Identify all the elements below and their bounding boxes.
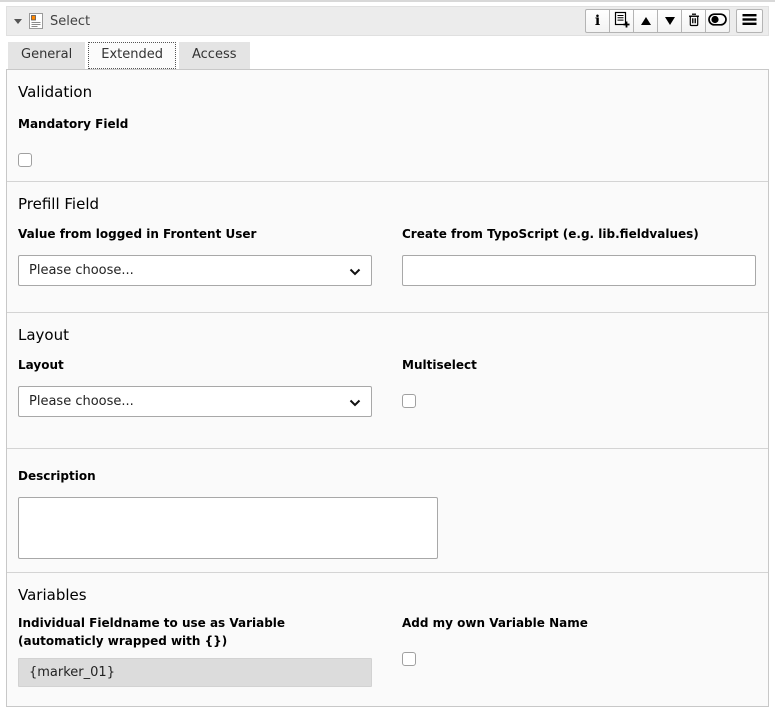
field-toolbar: i <box>585 9 763 33</box>
multiselect-checkbox[interactable] <box>402 394 416 408</box>
layout-label: Layout <box>18 356 372 374</box>
chevron-down-icon <box>349 261 361 280</box>
add-element-icon <box>613 11 630 31</box>
toolbar-button-group: i <box>585 9 730 33</box>
add-element-button[interactable] <box>609 9 634 33</box>
own-variable-label: Add my own Variable Name <box>402 614 756 632</box>
info-icon: i <box>595 14 600 28</box>
move-up-icon <box>640 14 652 29</box>
feuser-select[interactable]: Please choose... <box>18 255 372 286</box>
content-element-icon <box>29 13 43 29</box>
mandatory-checkbox[interactable] <box>18 153 32 167</box>
layout-select[interactable]: Please choose... <box>18 386 372 417</box>
marker-readonly-input <box>18 658 372 687</box>
info-button[interactable]: i <box>585 9 610 33</box>
tab-extended[interactable]: Extended <box>88 42 176 69</box>
own-variable-checkbox[interactable] <box>402 652 416 666</box>
move-up-button[interactable] <box>633 9 658 33</box>
section-variables: Variables Individual Fieldname to use as… <box>7 572 768 708</box>
collapse-caret-icon[interactable] <box>12 16 24 26</box>
section-heading: Layout <box>18 326 757 344</box>
section-heading: Variables <box>18 586 757 604</box>
selected-value: Please choose... <box>29 263 134 278</box>
field-header-bar: Select i <box>6 6 769 36</box>
multiselect-label: Multiselect <box>402 356 756 374</box>
typoscript-label: Create from TypoScript (e.g. lib.fieldva… <box>402 225 756 243</box>
section-validation: Validation Mandatory Field <box>7 70 768 181</box>
section-layout: Layout Layout Please choose... Multisele… <box>7 312 768 448</box>
tab-bar: General Extended Access <box>6 42 769 69</box>
section-prefill: Prefill Field Value from logged in Front… <box>7 181 768 312</box>
tab-content-panel: Validation Mandatory Field Prefill Field… <box>6 69 769 707</box>
section-heading: Validation <box>18 83 757 101</box>
toggle-visibility-icon <box>708 13 727 29</box>
selected-value: Please choose... <box>29 394 134 409</box>
description-textarea[interactable] <box>18 497 438 559</box>
section-heading: Prefill Field <box>18 195 757 213</box>
delete-button[interactable] <box>681 9 706 33</box>
top-divider <box>0 0 775 2</box>
description-label: Description <box>18 467 757 485</box>
typoscript-input[interactable] <box>402 255 756 286</box>
form-field-editor: Select i <box>6 6 769 707</box>
mandatory-field-label: Mandatory Field <box>18 115 757 133</box>
drag-handle-button[interactable] <box>736 9 763 33</box>
move-down-icon <box>664 14 676 29</box>
tab-general[interactable]: General <box>8 42 85 69</box>
section-description: Description <box>7 448 768 572</box>
chevron-down-icon <box>349 392 361 411</box>
field-title: Select <box>50 14 90 29</box>
feuser-label: Value from logged in Frontent User <box>18 225 372 243</box>
trash-icon <box>686 12 702 31</box>
tab-access[interactable]: Access <box>179 42 250 69</box>
drag-handle-icon <box>742 13 757 29</box>
move-down-button[interactable] <box>657 9 682 33</box>
fieldname-label: Individual Fieldname to use as Variable … <box>18 614 372 650</box>
toggle-visibility-button[interactable] <box>705 9 730 33</box>
